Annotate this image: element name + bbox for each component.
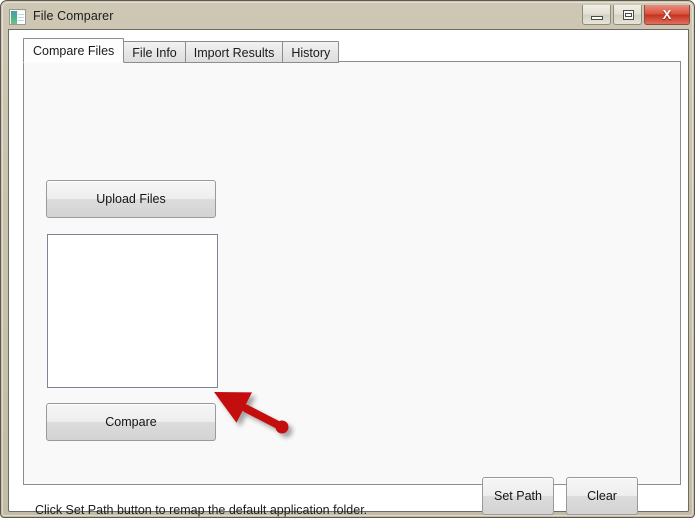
window-title: File Comparer <box>33 9 114 23</box>
compare-button[interactable]: Compare <box>46 403 216 441</box>
window-controls: X <box>582 5 690 25</box>
clear-button[interactable]: Clear <box>566 477 638 515</box>
close-icon: X <box>662 7 672 22</box>
tab-history[interactable]: History <box>282 41 340 63</box>
app-window-icon <box>9 9 26 25</box>
app-icon-line <box>18 14 24 15</box>
tab-bar: Compare Files File Info Import Results H… <box>23 38 340 63</box>
app-icon-line <box>18 17 24 18</box>
tab-compare-files[interactable]: Compare Files <box>23 38 125 63</box>
tab-label: History <box>291 46 331 60</box>
tab-label: Compare Files <box>33 44 115 58</box>
close-button[interactable]: X <box>644 5 690 25</box>
minimize-icon <box>591 16 603 20</box>
upload-files-label: Upload Files <box>96 192 166 206</box>
app-icon-line <box>18 20 24 21</box>
set-path-button[interactable]: Set Path <box>482 477 554 515</box>
minimize-button[interactable] <box>582 5 611 25</box>
app-icon-left-block <box>11 11 17 24</box>
client-area: Compare Files File Info Import Results H… <box>8 29 689 517</box>
tab-label: Import Results <box>193 46 275 60</box>
clear-label: Clear <box>587 489 617 503</box>
tab-import-results[interactable]: Import Results <box>184 41 284 63</box>
file-list-box[interactable] <box>47 234 218 388</box>
set-path-label: Set Path <box>494 489 542 503</box>
tab-label: File Info <box>132 46 177 60</box>
application-window: File Comparer X Compare Files File Info <box>0 0 695 518</box>
tab-panel-compare-files: Upload Files Compare <box>23 61 681 485</box>
upload-files-button[interactable]: Upload Files <box>46 180 216 218</box>
title-bar[interactable]: File Comparer X <box>3 3 694 29</box>
status-hint-text: Click Set Path button to remap the defau… <box>35 503 368 517</box>
maximize-button[interactable] <box>613 5 642 25</box>
tab-file-info[interactable]: File Info <box>123 41 186 63</box>
maximize-icon-inner <box>625 13 632 17</box>
compare-label: Compare <box>105 415 157 429</box>
